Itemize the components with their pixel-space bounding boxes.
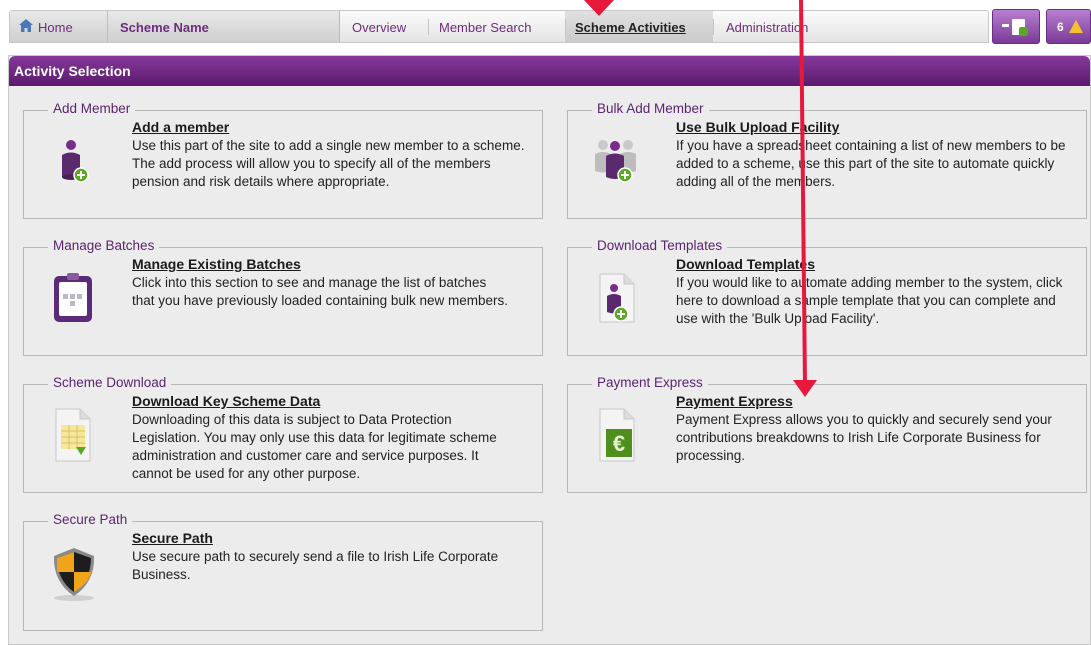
annotation-arrow-head-bottom bbox=[793, 380, 817, 397]
annotation-arrows bbox=[584, 0, 817, 397]
annotation-arrow-line bbox=[799, 0, 807, 387]
app-window: Home Scheme Name Overview Member Search … bbox=[0, 0, 1091, 645]
annotation-arrow-head-top bbox=[584, 0, 614, 16]
